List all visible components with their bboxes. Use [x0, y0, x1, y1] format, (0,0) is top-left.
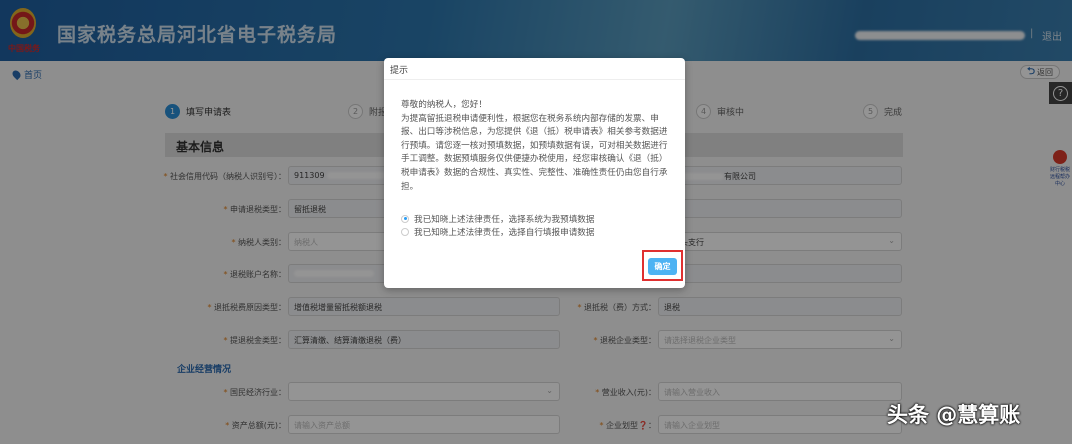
dialog-body: 尊敬的纳税人，您好！ 为提高留抵退税申请便利性，根据您在税务系统内部存储的发票、…	[401, 99, 674, 194]
option-label: 我已知晓上述法律责任，选择系统为我预填数据	[414, 214, 595, 225]
dialog-greeting: 尊敬的纳税人，您好！	[401, 100, 487, 110]
prefill-options: 我已知晓上述法律责任，选择系统为我预填数据 我已知晓上述法律责任，选择自行填报申…	[401, 212, 594, 238]
prefill-notice-dialog: 提示 尊敬的纳税人，您好！ 为提高留抵退税申请便利性，根据您在税务系统内部存储的…	[384, 58, 685, 288]
option-label: 我已知晓上述法律责任，选择自行填报申请数据	[414, 227, 595, 238]
dialog-title: 提示	[384, 58, 685, 80]
radio-unselected-icon[interactable]	[401, 227, 409, 236]
watermark: 头条 @慧算账	[887, 403, 1021, 427]
option-system-prefill[interactable]: 我已知晓上述法律责任，选择系统为我预填数据	[401, 212, 594, 225]
radio-selected-icon[interactable]	[401, 214, 409, 223]
confirm-button[interactable]: 确定	[648, 258, 677, 275]
option-self-fill[interactable]: 我已知晓上述法律责任，选择自行填报申请数据	[401, 225, 594, 238]
dialog-text: 为提高留抵退税申请便利性，根据您在税务系统内部存储的发票、申报、出口等涉税信息，…	[401, 113, 668, 192]
